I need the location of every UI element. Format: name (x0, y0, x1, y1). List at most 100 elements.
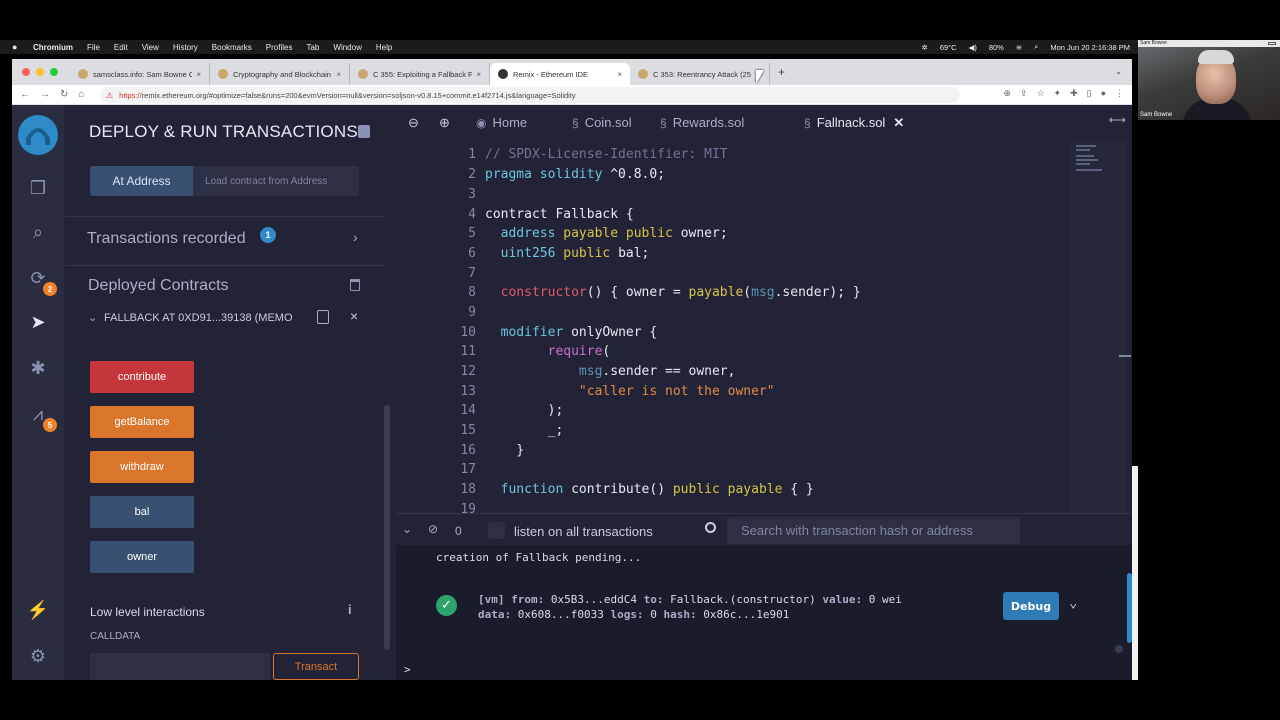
menu-window[interactable]: Window (333, 43, 361, 52)
back-icon[interactable]: ← (20, 89, 30, 100)
file-icon: § (804, 116, 811, 130)
debugger-bug-icon[interactable]: ✱ (25, 355, 51, 381)
bookmark-star-icon[interactable]: ☆ (1036, 88, 1044, 99)
url-bar[interactable]: ⚠ https:// remix.ethereum.org/#optimize=… (100, 87, 960, 103)
close-tab-icon[interactable]: × (196, 70, 201, 79)
docs-book-icon[interactable] (358, 125, 370, 138)
close-window-button[interactable] (22, 68, 30, 76)
settings-gear-icon[interactable]: ⚙ (25, 643, 51, 669)
minimize-window-button[interactable] (36, 68, 44, 76)
owner-button[interactable]: owner (90, 541, 194, 573)
zoom-out-icon[interactable]: ⊖ (408, 115, 419, 131)
menu-edit[interactable]: Edit (114, 43, 128, 52)
close-tab-icon[interactable]: × (336, 70, 341, 79)
listen-all-checkbox[interactable] (488, 522, 505, 539)
reload-icon[interactable]: ↻ (60, 89, 68, 100)
webcam-title: Sam Bowne (1138, 40, 1280, 47)
debug-button[interactable]: Debug (1003, 592, 1059, 620)
extension-icon[interactable]: ✦ (1054, 88, 1062, 99)
browser-tab[interactable]: C 353: Reentrancy Attack (25 × (630, 63, 770, 85)
terminal-scrollbar[interactable] (1127, 573, 1132, 643)
chevron-right-icon[interactable]: › (353, 229, 358, 245)
zoom-in-icon[interactable]: ⊕ (439, 115, 450, 131)
contribute-button[interactable]: contribute (90, 361, 194, 393)
code-line: ); (485, 403, 564, 418)
expand-panel-icon[interactable]: ⟷ (1109, 113, 1126, 127)
search-icon[interactable]: ⌕ (25, 219, 51, 245)
zoom-icon[interactable]: ⊕ (1003, 88, 1011, 99)
forward-icon[interactable]: → (40, 89, 50, 100)
battery-level[interactable]: 80% (989, 43, 1004, 52)
at-address-button[interactable]: At Address (90, 166, 193, 196)
zoom-window-button[interactable] (50, 68, 58, 76)
toolbar-actions: ⊕ ⇪ ☆ ✦ ✚ ▯ ● ⋮ (1003, 88, 1124, 99)
console-prompt[interactable]: > (404, 663, 411, 676)
load-contract-address-input[interactable]: Load contract from Address (193, 166, 359, 196)
panel-scrollbar[interactable] (384, 405, 390, 650)
getbalance-button[interactable]: getBalance (90, 406, 194, 438)
code-line: modifier onlyOwner { (500, 325, 658, 340)
withdraw-button[interactable]: withdraw (90, 451, 194, 483)
editor-tabbar: ⊖ ⊕ ◉ Home § Coin.sol § Rewards.sol § Fallna… (396, 105, 1132, 141)
plugin-plug-icon[interactable]: ⚡ (25, 597, 51, 623)
transaction-details[interactable]: data: 0x608...f0033 logs: 0 hash: 0x86c.… (478, 608, 789, 621)
menu-help[interactable]: Help (376, 43, 392, 52)
clock[interactable]: Mon Jun 20 2:16:38 PM (1050, 43, 1130, 52)
tab-coin-sol[interactable]: § Coin.sol (572, 115, 632, 130)
transaction-search-input[interactable]: Search with transaction hash or address (727, 517, 1020, 544)
deploy-run-icon[interactable]: ➤ (25, 309, 51, 335)
window-controls (22, 68, 58, 76)
trash-icon[interactable] (350, 279, 360, 291)
code-minimap[interactable] (1070, 141, 1126, 513)
transaction-summary[interactable]: [vm] from: 0x5B3...eddC4 to: Fallback.(c… (478, 593, 902, 606)
close-icon[interactable]: × (350, 308, 358, 324)
collapse-terminal-icon[interactable]: ⌄ (402, 522, 412, 536)
clear-console-icon[interactable]: ⊘ (428, 522, 438, 536)
sidebar-icon[interactable]: ▯ (1087, 88, 1092, 99)
info-icon[interactable]: i (348, 602, 352, 617)
code-editor[interactable]: 1 2 3 4 5 6 7 8 9 10 11 12 13 14 15 16 1… (396, 141, 1132, 513)
apple-icon[interactable]: ● (12, 42, 21, 52)
tab-search-chevron-icon[interactable]: ⌄ (1115, 67, 1122, 76)
close-tab-icon[interactable]: × (476, 70, 481, 79)
home-icon: ◉ (476, 116, 487, 130)
browser-tab[interactable]: Cryptography and Blockchain × (210, 63, 350, 85)
volume-icon[interactable]: ◀) (969, 43, 977, 52)
menu-history[interactable]: History (173, 43, 198, 52)
bal-button[interactable]: bal (90, 496, 194, 528)
menu-profiles[interactable]: Profiles (266, 43, 293, 52)
new-tab-button[interactable]: + (778, 65, 785, 79)
close-tab-icon[interactable]: × (617, 70, 622, 79)
tab-home[interactable]: ◉ Home (476, 115, 527, 130)
profile-icon[interactable]: ● (1101, 88, 1106, 99)
temperature[interactable]: 69°C (940, 43, 957, 52)
browser-tab[interactable]: samsclass.info: Sam Bowne Cl × (70, 63, 210, 85)
remix-logo-icon[interactable] (18, 115, 58, 155)
menu-file[interactable]: File (87, 43, 100, 52)
spotlight-icon[interactable]: ⌕ (1034, 42, 1038, 52)
calldata-input[interactable] (90, 653, 270, 680)
browser-tab[interactable]: C 355: Exploiting a Fallback Fu × (350, 63, 490, 85)
browser-tab-active[interactable]: Remix - Ethereum IDE × (490, 63, 630, 85)
menu-tab[interactable]: Tab (306, 43, 319, 52)
menu-bookmarks[interactable]: Bookmarks (212, 43, 252, 52)
menu-view[interactable]: View (142, 43, 159, 52)
wifi-icon[interactable]: ≋ (1016, 43, 1022, 52)
chevron-down-icon[interactable]: ⌄ (88, 311, 97, 324)
home-icon[interactable]: ⌂ (78, 89, 84, 100)
close-tab-icon[interactable]: ✕ (893, 115, 904, 130)
copy-icon[interactable] (317, 310, 329, 324)
transact-button[interactable]: Transact (273, 653, 359, 680)
menu-app-name[interactable]: Chromium (33, 43, 73, 52)
share-icon[interactable]: ⇪ (1020, 88, 1028, 99)
tab-rewards-sol[interactable]: § Rewards.sol (660, 115, 744, 130)
tab-fallnack-sol[interactable]: § Fallnack.sol ✕ (804, 115, 904, 131)
chevron-down-icon[interactable]: ⌄ (1069, 595, 1077, 611)
deployed-contract-header[interactable]: ⌄ FALLBACK AT 0XD91...39138 (MEMO × (78, 299, 378, 339)
transactions-recorded-section[interactable]: Transactions recorded 1 › (65, 216, 385, 266)
file-explorer-icon[interactable]: ❐ (25, 175, 51, 201)
kebab-menu-icon[interactable]: ⋮ (1115, 88, 1124, 99)
insecure-lock-icon[interactable]: ⚠ (106, 91, 113, 100)
gear-icon[interactable]: ✲ (922, 43, 928, 52)
puzzle-icon[interactable]: ✚ (1070, 88, 1078, 99)
